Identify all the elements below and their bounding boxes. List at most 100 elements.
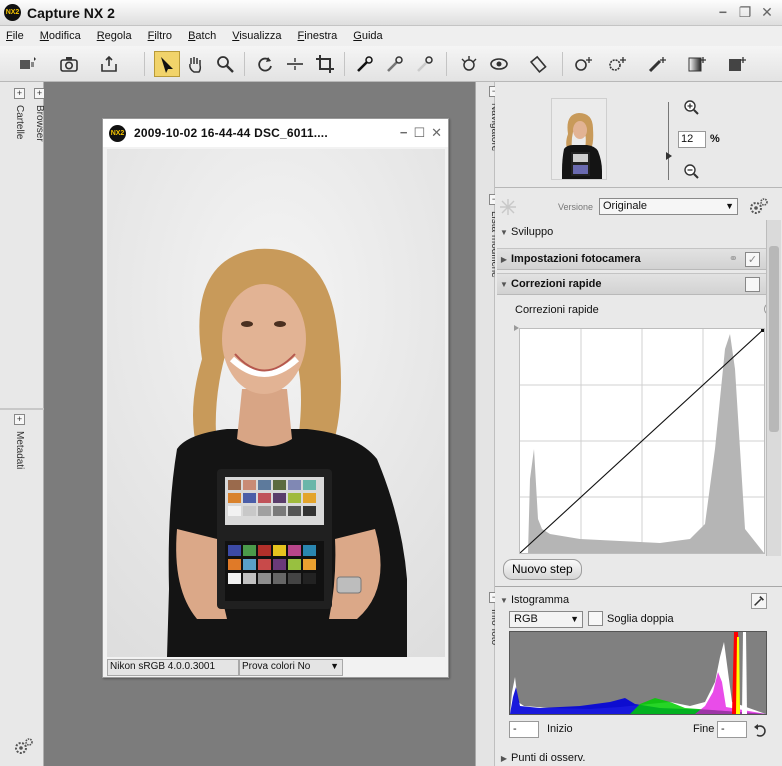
tab-metadati[interactable]: + Metadati xyxy=(5,414,25,534)
start-input[interactable]: - xyxy=(509,721,539,738)
curves-svg xyxy=(519,328,765,554)
crop-icon[interactable] xyxy=(312,51,338,77)
triangle-marker-icon xyxy=(514,325,519,331)
zoom-input[interactable]: 12 xyxy=(678,131,706,148)
navigator-panel: 12 % xyxy=(495,82,782,188)
color-control-point-icon[interactable] xyxy=(604,51,630,77)
auto-retouch-icon[interactable] xyxy=(486,51,512,77)
selection-brush-icon[interactable] xyxy=(644,51,670,77)
zoom-slider-track[interactable] xyxy=(668,102,669,180)
straighten-icon[interactable] xyxy=(282,51,308,77)
restore-button[interactable]: ❐ xyxy=(736,3,754,21)
gear-icon[interactable] xyxy=(12,736,34,758)
minimize-icon[interactable]: − xyxy=(400,125,408,141)
histogram-plot[interactable] xyxy=(509,631,767,715)
quick-fix-subpanel: Correzioni rapide xyxy=(515,299,782,321)
chevron-down-icon: ▼ xyxy=(725,201,734,211)
dual-threshold-label: Soglia doppia xyxy=(607,613,674,625)
menu-finestra[interactable]: Finestra xyxy=(298,30,338,42)
black-point-icon[interactable] xyxy=(352,51,378,77)
minimize-button[interactable]: − xyxy=(714,3,732,21)
section-sviluppo-label: Sviluppo xyxy=(511,226,554,238)
channel-select[interactable]: RGB ▼ xyxy=(509,611,583,628)
new-step-button[interactable]: Nuovo step xyxy=(503,559,582,580)
histogram-title: Istogramma xyxy=(511,594,570,606)
expand-icon[interactable]: + xyxy=(14,414,25,425)
dual-threshold-checkbox[interactable] xyxy=(588,611,603,626)
tab-metadati-label: Metadati xyxy=(14,431,25,470)
browse-icon[interactable] xyxy=(14,51,40,77)
edit-list-scrollbar[interactable] xyxy=(766,220,781,556)
menu-file[interactable]: File xyxy=(6,30,24,42)
undo-icon[interactable] xyxy=(753,722,767,738)
watch-points-label: Punti di osserv. xyxy=(511,752,586,764)
maximize-icon[interactable]: ☐ xyxy=(413,125,425,141)
version-select[interactable]: Originale ▼ xyxy=(599,198,738,215)
image-window-titlebar[interactable]: NX2 2009-10-02 16-44-44 DSC_6011.... − ☐… xyxy=(103,119,448,147)
left-panel: + Cartelle + Browser + Metadati xyxy=(0,82,45,766)
direct-select-icon[interactable] xyxy=(154,51,180,77)
menu-guida[interactable]: Guida xyxy=(353,30,382,42)
gear-icon[interactable] xyxy=(747,196,769,218)
watch-points-header[interactable]: ▶ Punti di osserv. xyxy=(497,747,766,766)
zoom-icon[interactable] xyxy=(212,51,238,77)
zoom-slider-handle[interactable] xyxy=(666,152,672,160)
image-status-bar: Nikon sRGB 4.0.0.3001 Prova colori No ▼ xyxy=(107,659,445,676)
soft-proof-label: Prova colori No xyxy=(242,661,311,672)
hand-icon[interactable] xyxy=(182,51,208,77)
title-bar: NX2 Capture NX 2 − ❐ ✕ xyxy=(0,0,782,26)
zoom-unit: % xyxy=(710,133,720,145)
rotate-icon[interactable] xyxy=(252,51,278,77)
chevron-down-icon: ▼ xyxy=(570,614,579,624)
tab-cartelle[interactable]: + Cartelle xyxy=(5,88,25,228)
expand-icon[interactable]: + xyxy=(14,88,25,99)
app-title: Capture NX 2 xyxy=(27,4,115,21)
white-point-icon[interactable] xyxy=(412,51,438,77)
fill-icon[interactable] xyxy=(724,51,750,77)
toolbar xyxy=(0,46,782,82)
app-logo: NX2 xyxy=(109,124,126,142)
eyedropper-icon[interactable] xyxy=(751,593,767,609)
close-icon[interactable]: ✕ xyxy=(431,125,442,141)
tab-browser[interactable]: + Browser xyxy=(25,88,45,228)
menu-modifica[interactable]: Modifica xyxy=(40,30,81,42)
lasso-icon[interactable] xyxy=(526,51,552,77)
control-point-icon[interactable] xyxy=(570,51,596,77)
end-input[interactable]: - xyxy=(717,721,747,738)
end-label: Fine xyxy=(693,723,715,735)
triangle-down-icon: ▼ xyxy=(500,227,508,237)
photo-canvas[interactable] xyxy=(107,149,445,657)
close-button[interactable]: ✕ xyxy=(758,3,776,21)
menu-regola[interactable]: Regola xyxy=(97,30,132,42)
zoom-in-icon[interactable] xyxy=(683,99,699,115)
panel-divider xyxy=(0,408,44,410)
step-quick-fix[interactable]: ▼ Correzioni rapide xyxy=(497,273,766,295)
section-sviluppo[interactable]: ▼ Sviluppo xyxy=(497,221,766,243)
soft-proof-select[interactable]: Prova colori No ▼ xyxy=(239,659,343,676)
step-camera-settings-checkbox[interactable]: ✓ xyxy=(745,252,760,267)
image-window: NX2 2009-10-02 16-44-44 DSC_6011.... − ☐… xyxy=(102,118,449,678)
step-quick-fix-checkbox[interactable] xyxy=(745,277,760,292)
step-camera-settings[interactable]: ▶ Impostazioni fotocamera ⚭ ✓ xyxy=(497,248,766,270)
app-logo: NX2 xyxy=(4,4,21,21)
step-camera-settings-label: Impostazioni fotocamera xyxy=(511,253,641,265)
navigator-thumbnail[interactable] xyxy=(551,98,607,180)
gradient-icon[interactable] xyxy=(684,51,710,77)
scrollbar-thumb[interactable] xyxy=(769,246,779,432)
menu-batch[interactable]: Batch xyxy=(188,30,216,42)
menu-filtro[interactable]: Filtro xyxy=(148,30,172,42)
version-label: Versione xyxy=(558,202,594,212)
image-window-controls: − ☐ ✕ xyxy=(400,125,442,141)
neutral-point-icon[interactable] xyxy=(382,51,408,77)
histogram-header[interactable]: ▼ Istogramma xyxy=(497,589,766,611)
curves-graph[interactable] xyxy=(519,328,765,554)
chevron-down-icon: ▼ xyxy=(330,661,339,671)
zoom-out-icon[interactable] xyxy=(683,163,699,179)
red-eye-icon[interactable] xyxy=(456,51,482,77)
channel-value: RGB xyxy=(514,613,538,625)
right-tab-strip: − Navigatore − Lista modifiche − Info fo… xyxy=(475,82,500,766)
menu-visualizza[interactable]: Visualizza xyxy=(232,30,281,42)
camera-icon[interactable] xyxy=(56,51,82,77)
output-icon[interactable] xyxy=(96,51,122,77)
sparkle-icon xyxy=(499,198,517,216)
